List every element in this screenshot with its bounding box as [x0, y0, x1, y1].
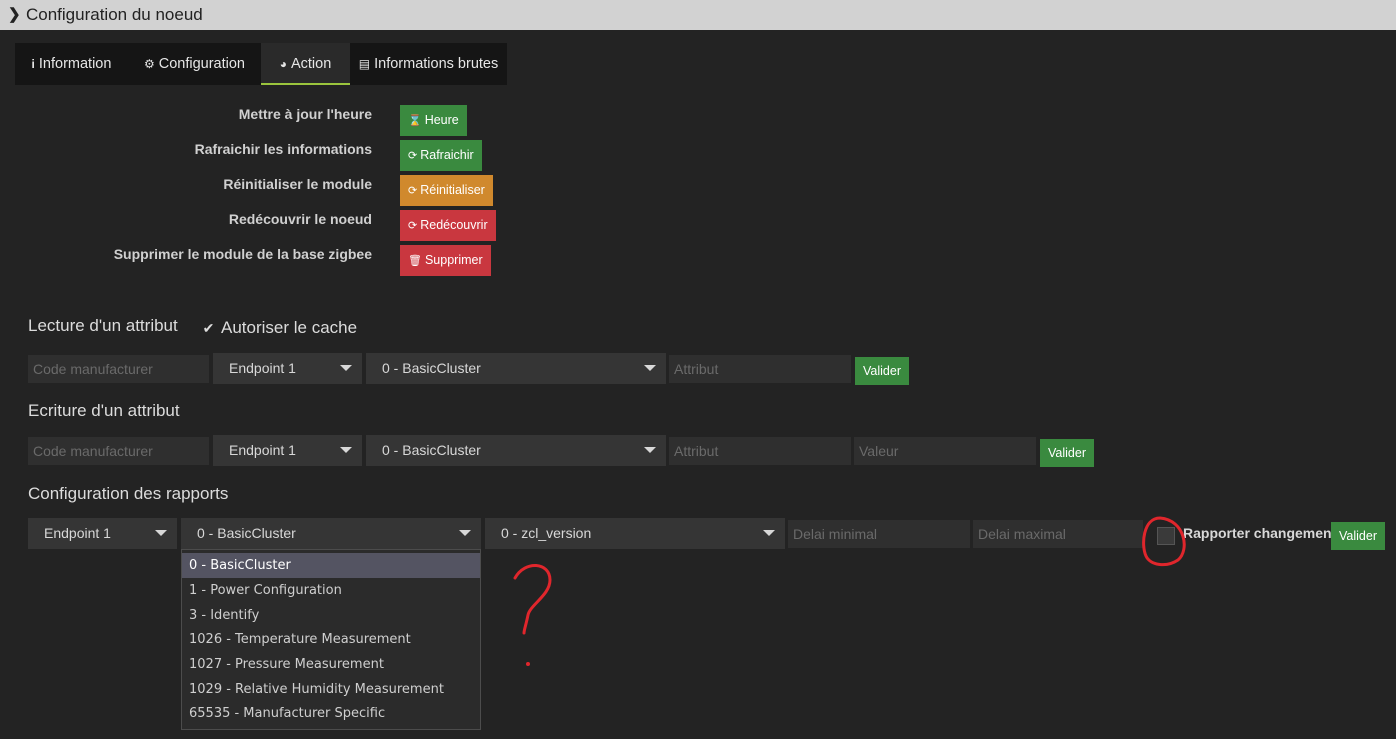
- question-mark-dot: [526, 662, 530, 666]
- question-mark-annotation: [513, 564, 552, 635]
- annotation-overlay: [513, 516, 1186, 666]
- circle-annotation: [1142, 516, 1186, 567]
